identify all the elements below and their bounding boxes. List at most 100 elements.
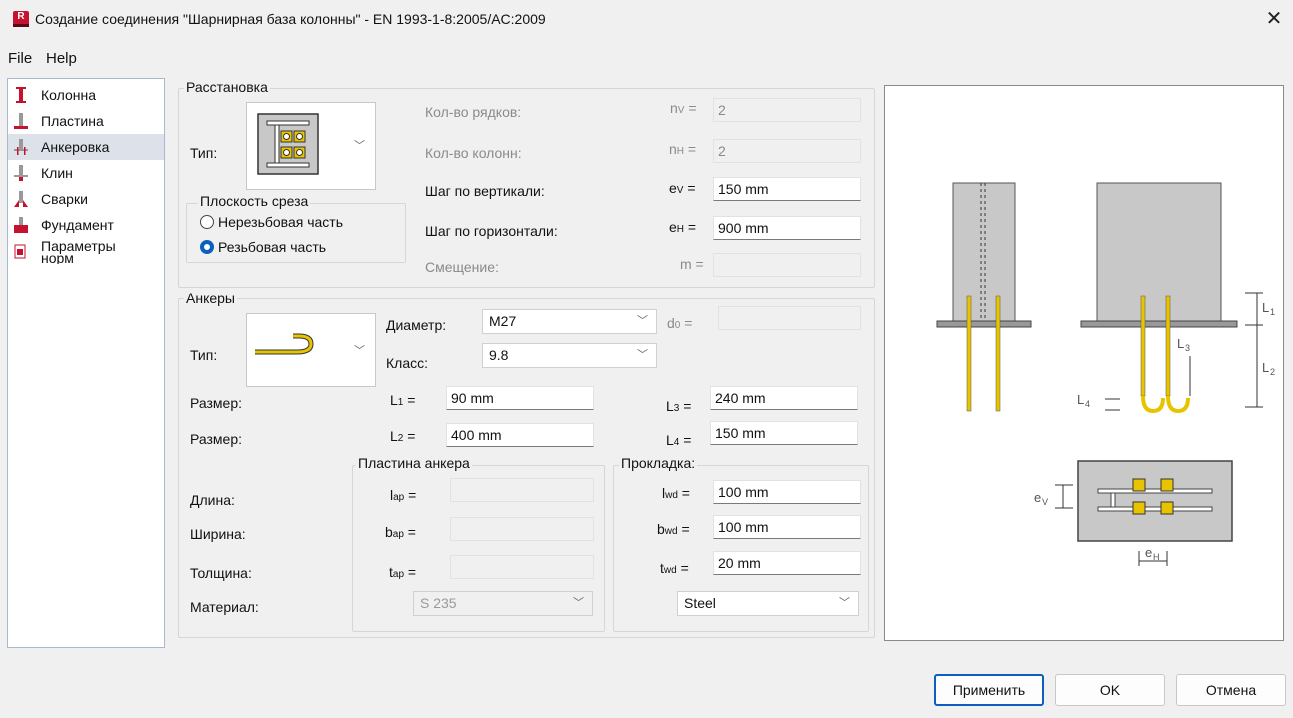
tap-symbol: tap =: [389, 564, 417, 580]
menu-file[interactable]: File: [8, 50, 32, 67]
window-title: Создание соединения "Шарнирная база коло…: [35, 11, 546, 27]
anchorage-icon: [14, 139, 28, 155]
d0-symbol: d0 =: [667, 315, 693, 331]
sidebar-item-code-params[interactable]: Параметры норм: [8, 238, 128, 264]
foundation-icon: [14, 217, 28, 233]
l3-field[interactable]: 240 mm: [710, 386, 858, 410]
twd-field[interactable]: 20 mm: [713, 551, 861, 575]
sidebar-item-plate[interactable]: Пластина: [8, 108, 164, 134]
rows-field: 2: [713, 98, 861, 122]
radio-threaded[interactable]: Резьбовая часть: [200, 239, 326, 255]
layout-type-selector[interactable]: ﹀: [246, 102, 376, 190]
svg-text:1: 1: [1270, 307, 1275, 317]
eh-label: Шаг по горизонтали:: [425, 223, 558, 239]
radio-unthreaded-label: Нерезьбовая часть: [218, 214, 344, 230]
svg-text:L: L: [1262, 300, 1269, 315]
layout-type-label: Тип:: [190, 145, 218, 161]
washer-title: Прокладка:: [619, 455, 698, 471]
sidebar-item-column[interactable]: Колонна: [8, 82, 164, 108]
sidebar-item-label: Клин: [41, 165, 73, 181]
close-icon[interactable]: ✕: [1263, 6, 1285, 30]
sidebar-item-anchorage[interactable]: Анкеровка: [8, 134, 164, 160]
ok-button[interactable]: OK: [1055, 674, 1165, 706]
eh-field[interactable]: 900 mm: [713, 216, 861, 240]
chevron-down-icon: ﹀: [637, 349, 648, 361]
cols-label: Кол-во колонн:: [425, 145, 522, 161]
sidebar-item-label: Пластина: [41, 113, 104, 129]
length-label: Длина:: [190, 492, 235, 508]
code-params-icon: [14, 244, 26, 259]
sidebar-item-welds[interactable]: Сварки: [8, 186, 164, 212]
l1-field[interactable]: 90 mm: [446, 386, 594, 410]
ev-symbol: eV =: [669, 180, 696, 196]
sidebar-item-label: Параметры норм: [41, 238, 116, 264]
svg-text:V: V: [1042, 497, 1048, 507]
anchor-type-selector[interactable]: ﹀: [246, 313, 376, 387]
rows-label: Кол-во рядков:: [425, 104, 522, 120]
class-value: 9.8: [489, 347, 509, 363]
svg-text:H: H: [1153, 552, 1160, 562]
cols-field: 2: [713, 139, 861, 163]
menu-help[interactable]: Help: [46, 50, 77, 67]
preview-panel: L1 L2 L3 L4 eV eH: [884, 85, 1284, 641]
cols-symbol: nH =: [669, 141, 697, 157]
welds-icon: [14, 191, 28, 207]
lwd-field[interactable]: 100 mm: [713, 480, 861, 504]
shear-plane-title: Плоскость среза: [198, 193, 311, 209]
eh-symbol: eH =: [669, 219, 697, 235]
ev-field[interactable]: 150 mm: [713, 177, 861, 201]
diameter-dropdown[interactable]: M27 ﹀: [482, 309, 657, 334]
radio-threaded-label: Резьбовая часть: [218, 239, 327, 255]
sidebar-item-label: Сварки: [41, 191, 88, 207]
chevron-down-icon: ﹀: [839, 597, 850, 609]
diameter-label: Диаметр:: [386, 317, 447, 333]
menu-bar: File Help: [0, 42, 1293, 72]
class-dropdown[interactable]: 9.8 ﹀: [482, 343, 657, 368]
plate-material-dropdown: S 235 ﹀: [413, 591, 593, 616]
washer-material-dropdown[interactable]: Steel ﹀: [677, 591, 859, 616]
bwd-symbol: bwd =: [657, 521, 690, 537]
rows-symbol: nV =: [670, 100, 697, 116]
offset-field: [713, 253, 861, 277]
sidebar-item-label: Фундамент: [41, 217, 114, 233]
twd-symbol: twd =: [660, 560, 689, 576]
radio-unthreaded[interactable]: Нерезьбовая часть: [200, 214, 343, 230]
anchor-type-label: Тип:: [190, 347, 218, 363]
chevron-down-icon: ﹀: [354, 345, 365, 357]
anchors-group-title: Анкеры: [184, 290, 237, 306]
l2-field[interactable]: 400 mm: [446, 423, 594, 447]
class-label: Класс:: [386, 355, 428, 371]
sidebar: Колонна Пластина Анкеровка Клин Сварки Ф…: [7, 78, 165, 648]
svg-text:3: 3: [1185, 343, 1190, 353]
diameter-value: M27: [489, 313, 517, 329]
svg-text:2: 2: [1270, 367, 1275, 377]
material-label: Материал:: [190, 599, 259, 615]
offset-label: Смещение:: [425, 259, 499, 275]
hook-anchor-icon: [255, 333, 314, 355]
thickness-label: Толщина:: [190, 565, 252, 581]
l3-symbol: L3 =: [666, 398, 692, 414]
svg-text:L: L: [1262, 360, 1269, 375]
l4-field[interactable]: 150 mm: [710, 421, 858, 445]
cancel-button[interactable]: Отмена: [1176, 674, 1286, 706]
svg-text:e: e: [1034, 490, 1041, 505]
sidebar-item-wedge[interactable]: Клин: [8, 160, 164, 186]
d0-field: [718, 306, 861, 330]
svg-text:L: L: [1077, 392, 1084, 407]
offset-symbol: m =: [680, 256, 704, 272]
ev-label: Шаг по вертикали:: [425, 183, 545, 199]
tap-field: [450, 555, 594, 579]
sidebar-item-label: Колонна: [41, 87, 96, 103]
l2-symbol: L2 =: [390, 428, 416, 444]
apply-button[interactable]: Применить: [934, 674, 1044, 706]
wedge-icon: [14, 165, 28, 181]
base-diagram: L1 L2 L3 L4 eV eH: [936, 182, 1275, 566]
sidebar-item-foundation[interactable]: Фундамент: [8, 212, 164, 238]
bap-field: [450, 517, 594, 541]
column-icon: [16, 87, 26, 103]
bap-symbol: bap =: [385, 524, 416, 540]
bwd-field[interactable]: 100 mm: [713, 515, 861, 539]
layout-group-title: Расстановка: [184, 79, 270, 95]
lap-symbol: lap =: [390, 487, 417, 503]
chevron-down-icon: ﹀: [637, 315, 648, 327]
